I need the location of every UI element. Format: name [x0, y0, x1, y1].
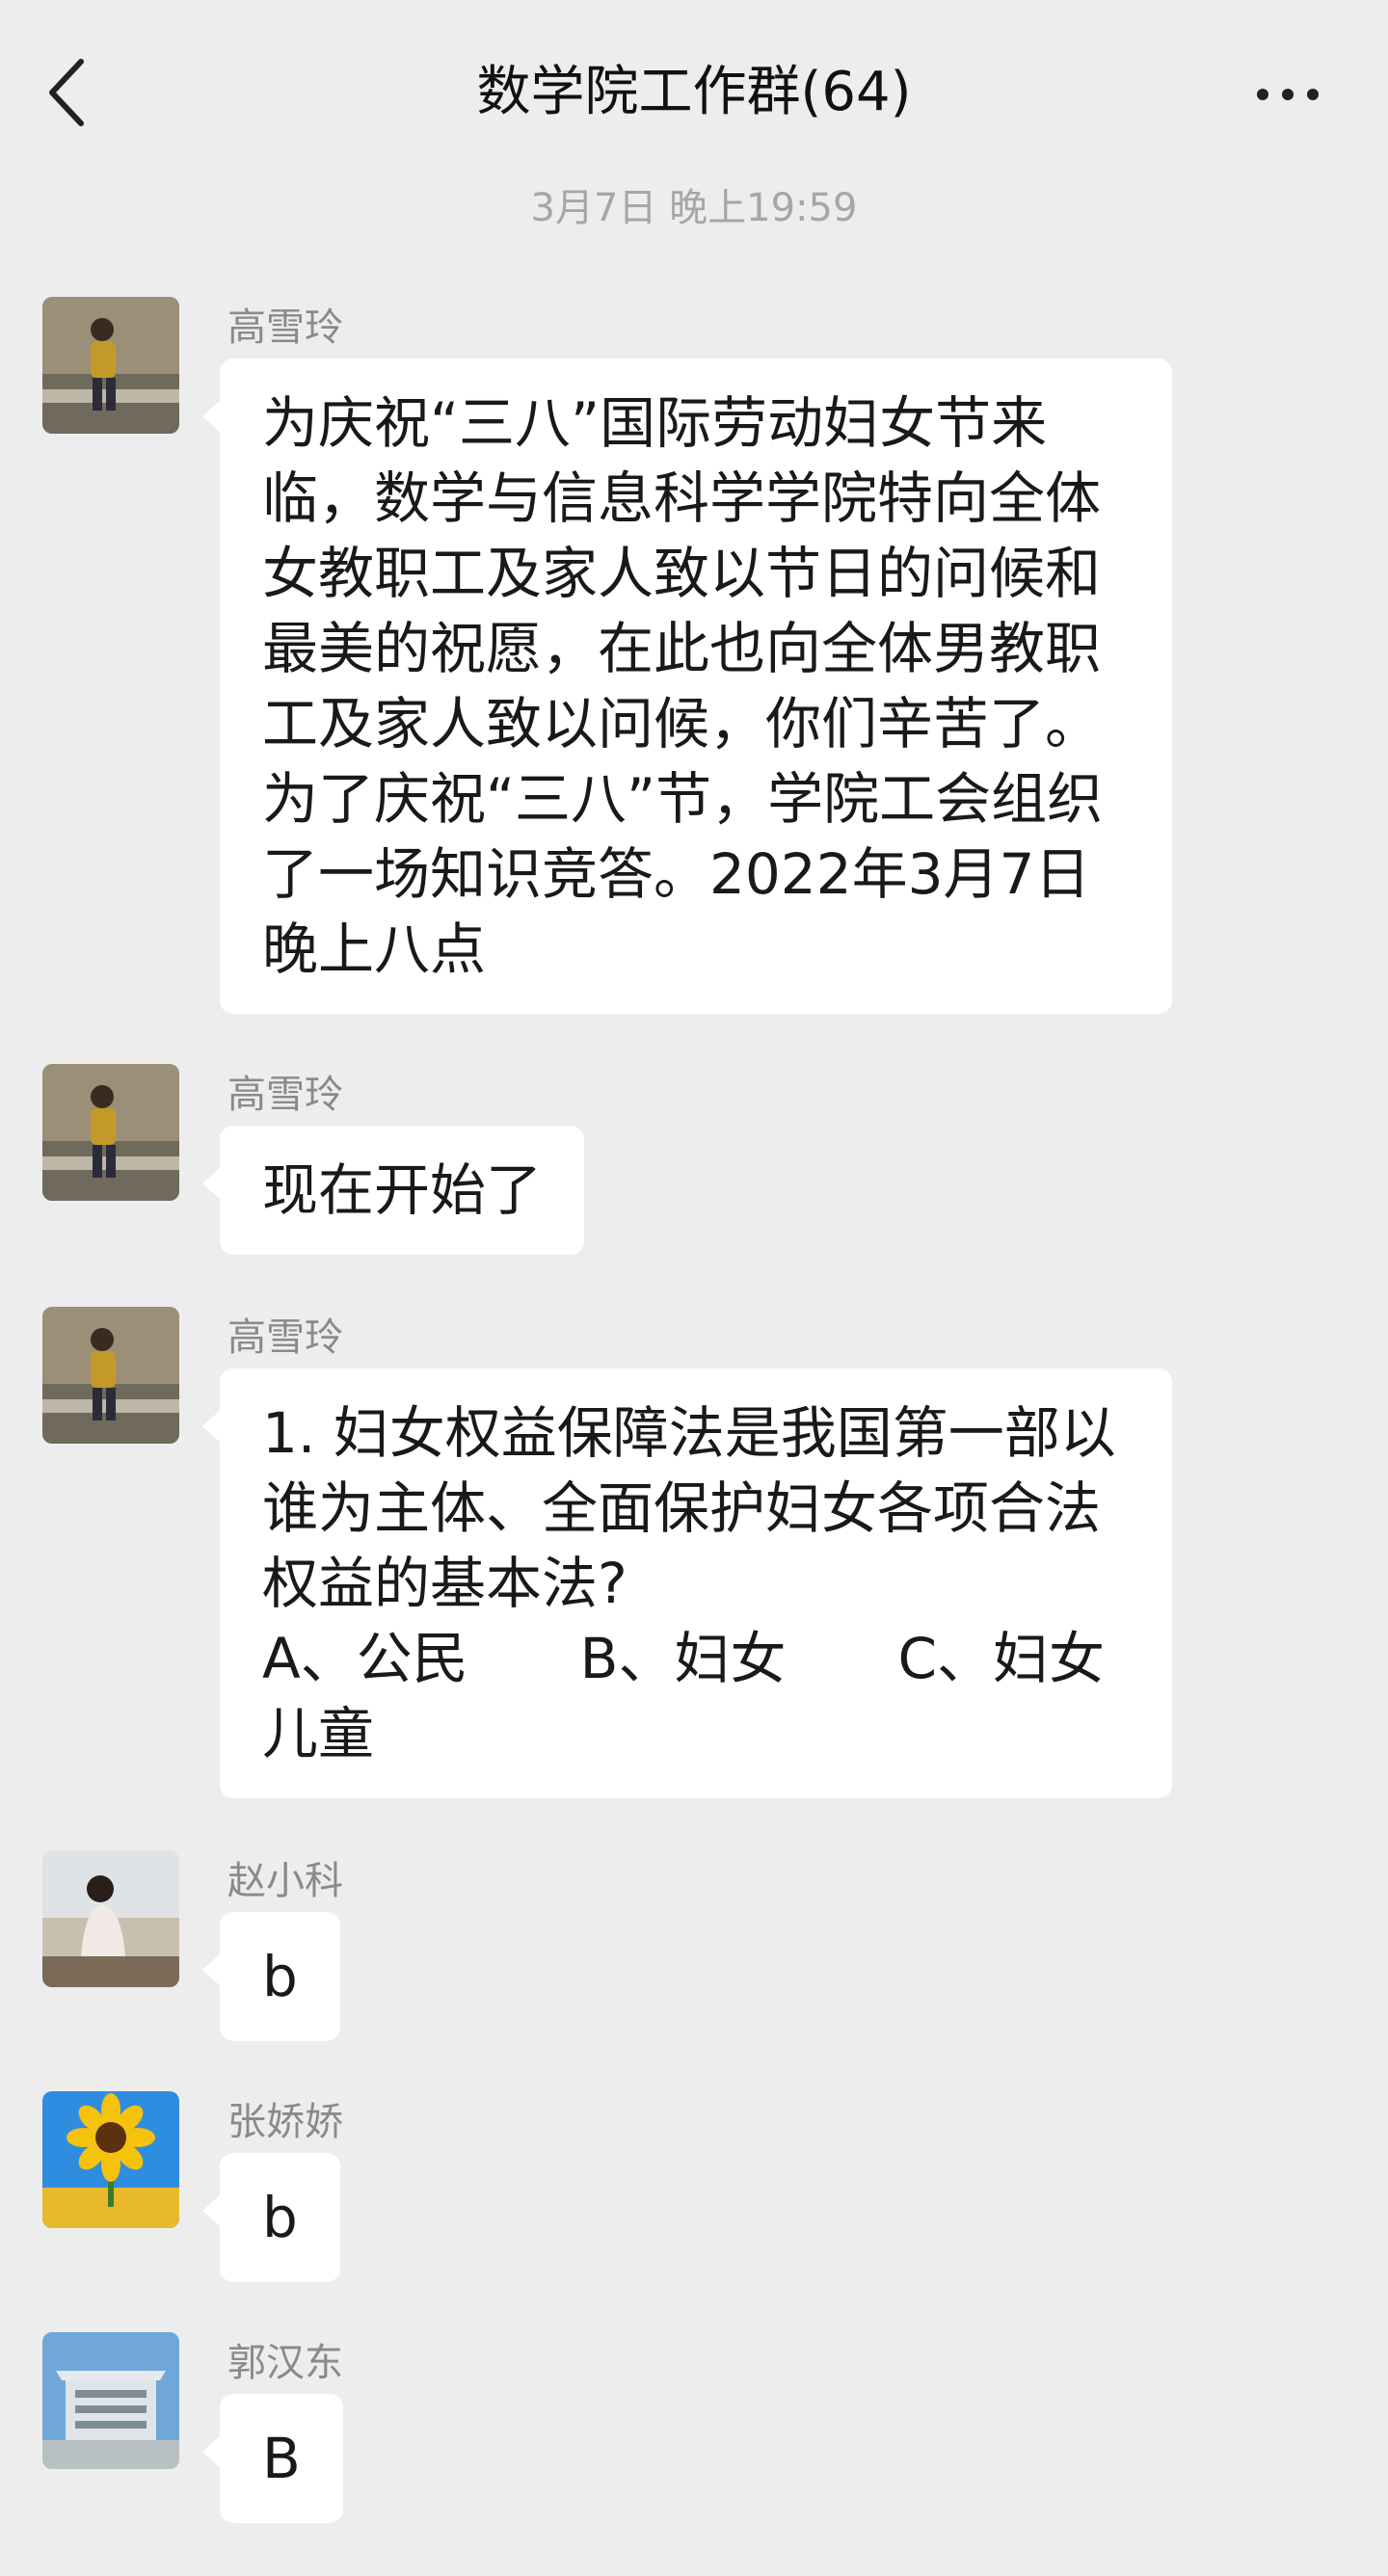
sender-name: 赵小科 [227, 1859, 343, 1903]
message-bubble[interactable]: B [202, 2394, 343, 2523]
message-bubble[interactable]: 为庆祝“三八”国际劳动妇女节来临，数学与信息科学学院特向全体女教职工及家人致以节… [202, 359, 1172, 1014]
message-bubble[interactable]: 现在开始了 [201, 1126, 585, 1255]
sender-avatar[interactable] [42, 297, 179, 434]
message-bubble[interactable]: b [202, 2153, 340, 2282]
sender-name: 高雪玲 [227, 1315, 343, 1360]
avatar-guo-handong-building [42, 2332, 179, 2469]
avatar-zhang-jiaojiao-sunflower [42, 2091, 179, 2228]
message-bubble[interactable]: b [202, 1912, 340, 2041]
sender-avatar[interactable] [42, 2332, 179, 2469]
avatar-gao-xueling [42, 297, 179, 434]
sender-name: 高雪玲 [227, 305, 343, 350]
avatar-gao-xueling [42, 1064, 179, 1201]
avatar-gao-xueling [42, 1307, 179, 1444]
more-horizontal-icon [1257, 89, 1319, 100]
chat-header: 数学院工作群(64) [0, 0, 1388, 183]
sender-name: 高雪玲 [227, 1073, 343, 1117]
message-timestamp: 3月7日 晚上19:59 [530, 186, 858, 230]
sender-avatar[interactable] [42, 1064, 179, 1201]
more-button[interactable] [1253, 75, 1322, 114]
sender-name: 郭汉东 [227, 2341, 343, 2385]
message-bubble[interactable]: 1. 妇女权益保障法是我国第一部以谁为主体、全面保护妇女各项合法权益的基本法? … [202, 1368, 1172, 1798]
sender-avatar[interactable] [42, 1850, 179, 1987]
chat-title: 数学院工作群(64) [476, 61, 912, 123]
sender-avatar[interactable] [42, 2091, 179, 2228]
sender-avatar[interactable] [42, 1307, 179, 1444]
sender-name: 张娇娇 [227, 2100, 343, 2144]
avatar-zhao-xiaoke [42, 1850, 179, 1987]
